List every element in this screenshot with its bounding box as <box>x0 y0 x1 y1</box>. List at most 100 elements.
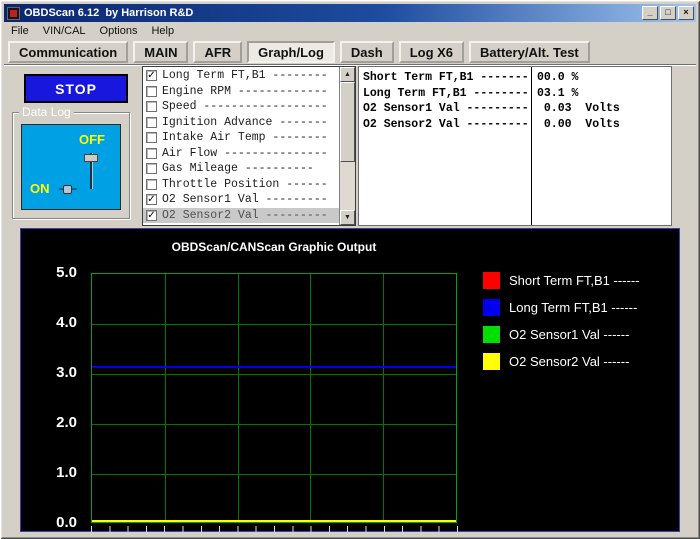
v-gridline <box>165 274 166 522</box>
menubar: FileVIN/CALOptionsHelp <box>4 22 696 39</box>
datalog-toggle-thumb[interactable] <box>84 154 98 162</box>
scroll-down-icon[interactable]: ▼ <box>340 210 355 225</box>
legend-entry: Long Term FT,B1 ------ <box>483 299 640 316</box>
menu-item-help[interactable]: Help <box>144 24 181 38</box>
pid-list-item[interactable]: Air Flow --------------- <box>143 146 339 162</box>
y-tick-label: 2.0 <box>56 414 77 431</box>
pid-checkbox[interactable] <box>146 179 157 190</box>
tab-log-x6[interactable]: Log X6 <box>399 41 464 63</box>
window-controls: _ □ × <box>642 6 694 20</box>
tab-afr[interactable]: AFR <box>193 41 242 63</box>
pid-checkbox[interactable]: ✓ <box>146 194 157 205</box>
pid-scrollbar[interactable]: ▲ ▼ <box>339 67 355 225</box>
tab-graph-log[interactable]: Graph/Log <box>247 41 335 63</box>
pid-label: Air Flow --------------- <box>162 147 328 160</box>
datalog-off-label: OFF <box>79 132 105 147</box>
h-gridline <box>92 424 456 425</box>
y-axis: 5.04.03.02.01.00.0 <box>37 273 83 523</box>
reading-row: O2 Sensor2 Val --------- 0.00 Volts <box>359 117 671 133</box>
scrollbar-thumb[interactable] <box>340 82 355 162</box>
menu-item-file[interactable]: File <box>4 24 36 38</box>
pid-list-item[interactable]: Speed ------------------ <box>143 99 339 115</box>
reading-label: O2 Sensor1 Val --------- <box>359 102 531 115</box>
legend-swatch-o2-sensor1-val <box>483 326 500 343</box>
pid-list-item[interactable]: Intake Air Temp -------- <box>143 130 339 146</box>
x-axis-ticks <box>91 526 459 532</box>
pid-label: Speed ------------------ <box>162 100 328 113</box>
h-gridline <box>92 374 456 375</box>
datalog-on-label: ON <box>30 181 50 196</box>
pid-label: Gas Mileage ---------- <box>162 162 314 175</box>
datalog-panel: OFF ON <box>21 124 121 210</box>
pid-checkbox[interactable] <box>146 86 157 97</box>
pid-label: Throttle Position ------ <box>162 178 328 191</box>
legend-label: O2 Sensor1 Val ------ <box>509 327 629 342</box>
pid-list-item[interactable]: ✓ O2 Sensor1 Val --------- <box>143 192 339 208</box>
app-window: OBDScan 6.12 by Harrison R&D _ □ × FileV… <box>0 0 700 539</box>
tab-dash[interactable]: Dash <box>340 41 394 63</box>
graph-panel: OBDScan/CANScan Graphic Output 5.04.03.0… <box>20 228 680 532</box>
reading-value: 0.00 Volts <box>531 118 620 131</box>
pid-label: Long Term FT,B1 -------- <box>162 69 328 82</box>
tab-battery-alt-test[interactable]: Battery/Alt. Test <box>469 41 590 63</box>
readings-divider <box>531 67 532 225</box>
y-tick-label: 1.0 <box>56 464 77 481</box>
tab-main[interactable]: MAIN <box>133 41 188 63</box>
readings-rows: Short Term FT,B1 -------00.0 %Long Term … <box>359 67 671 225</box>
titlebar[interactable]: OBDScan 6.12 by Harrison R&D _ □ × <box>4 4 696 22</box>
menu-item-options[interactable]: Options <box>93 24 145 38</box>
minimize-icon[interactable]: _ <box>642 6 658 20</box>
pid-checkbox[interactable] <box>146 163 157 174</box>
window-title: OBDScan 6.12 by Harrison R&D <box>24 7 642 19</box>
pid-checkbox[interactable] <box>146 132 157 143</box>
pid-checkbox[interactable] <box>146 117 157 128</box>
tab-communication[interactable]: Communication <box>8 41 128 63</box>
reading-value: 03.1 % <box>531 87 578 100</box>
datalog-toggle-slider[interactable] <box>90 153 93 189</box>
pid-checkbox[interactable] <box>146 101 157 112</box>
v-gridline <box>383 274 384 522</box>
series-line-long-term-ft-b1 <box>92 366 456 368</box>
maximize-icon[interactable]: □ <box>660 6 676 20</box>
y-tick-label: 3.0 <box>56 364 77 381</box>
datalog-title: Data Log <box>19 105 74 119</box>
legend-swatch-long-term-ft-b1 <box>483 299 500 316</box>
close-icon[interactable]: × <box>678 6 694 20</box>
series-line-o2-sensor2-val <box>92 520 456 522</box>
pid-checkbox[interactable]: ✓ <box>146 210 157 221</box>
plot-area <box>91 273 457 523</box>
scroll-up-icon[interactable]: ▲ <box>340 67 355 82</box>
reading-label: Long Term FT,B1 -------- <box>359 87 531 100</box>
legend-swatch-o2-sensor2-val <box>483 353 500 370</box>
pid-checkbox[interactable] <box>146 148 157 159</box>
readings-panel: Short Term FT,B1 -------00.0 %Long Term … <box>358 66 672 226</box>
pid-list-item[interactable]: ✓ Long Term FT,B1 -------- <box>143 68 339 84</box>
stop-button[interactable]: STOP <box>24 74 128 103</box>
v-gridline <box>238 274 239 522</box>
app-icon <box>7 7 20 20</box>
y-tick-label: 5.0 <box>56 264 77 281</box>
reading-label: Short Term FT,B1 ------- <box>359 71 531 84</box>
legend-label: Long Term FT,B1 ------ <box>509 300 637 315</box>
pid-label: O2 Sensor1 Val --------- <box>162 193 328 206</box>
reading-value: 0.03 Volts <box>531 102 620 115</box>
legend-entry: O2 Sensor1 Val ------ <box>483 326 640 343</box>
legend-entry: Short Term FT,B1 ------ <box>483 272 640 289</box>
pid-list-item[interactable]: Throttle Position ------ <box>143 177 339 193</box>
tab-bar: CommunicationMAINAFRGraph/LogDashLog X6B… <box>4 39 696 65</box>
reading-row: O2 Sensor1 Val --------- 0.03 Volts <box>359 101 671 117</box>
pid-list-item[interactable]: Ignition Advance ------- <box>143 115 339 131</box>
reading-label: O2 Sensor2 Val --------- <box>359 118 531 131</box>
reading-value: 00.0 % <box>531 71 578 84</box>
h-gridline <box>92 324 456 325</box>
datalog-on-knob[interactable] <box>63 185 72 194</box>
pid-label: O2 Sensor2 Val --------- <box>162 209 328 222</box>
h-gridline <box>92 474 456 475</box>
legend-label: Short Term FT,B1 ------ <box>509 273 640 288</box>
pid-list-item[interactable]: Engine RPM ------------- <box>143 84 339 100</box>
pid-checkbox[interactable]: ✓ <box>146 70 157 81</box>
legend-swatch-short-term-ft-b1 <box>483 272 500 289</box>
menu-item-vin-cal[interactable]: VIN/CAL <box>36 24 93 38</box>
pid-list-item[interactable]: Gas Mileage ---------- <box>143 161 339 177</box>
pid-list-item[interactable]: ✓ O2 Sensor2 Val --------- <box>143 208 339 224</box>
